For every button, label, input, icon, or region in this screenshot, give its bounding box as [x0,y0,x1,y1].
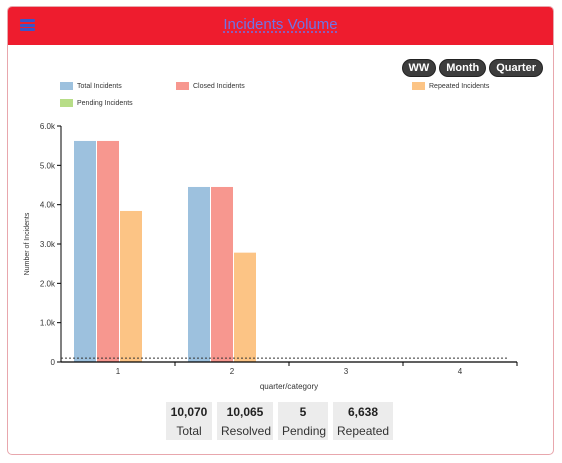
y-tick-label: 6.0k [40,122,56,131]
stat-pending-label: Pending [282,424,327,438]
stat-total-value: 10,070 [170,405,208,419]
y-tick-label: 5.0k [40,161,56,170]
stat-pending-value: 5 [299,405,307,419]
stat-resolved-value: 10,065 [226,405,264,419]
bar-repeated-incidents-2 [234,252,256,362]
x-tick-label: 2 [230,367,235,376]
y-tick-label: 0 [51,358,56,367]
incidents-volume-card: Incidents Volume WW Month Quarter Total … [7,6,554,455]
stat-repeated-value: 6,638 [347,405,379,419]
stat-repeated-label: Repeated [337,424,390,438]
x-tick-label: 4 [458,367,463,376]
x-tick-label: 1 [116,367,121,376]
bar-closed-incidents-1 [97,140,119,362]
stats-row: 10,070 Total 10,065 Resolved 5 Pending 6… [166,402,393,440]
y-tick-label: 1.0k [40,319,56,328]
stat-resolved-label: Resolved [221,424,272,438]
stat-resolved: 10,065 Resolved [217,402,273,440]
y-tick-label: 2.0k [40,279,56,288]
bar-closed-incidents-2 [211,186,233,362]
x-axis-label: quarter/category [260,382,318,391]
bar-total-incidents-2 [188,186,210,362]
y-tick-label: 3.0k [40,240,56,249]
y-axis-label: Number of Incidents [24,212,31,275]
incidents-bar-chart: 0 1.0k 2.0k 3.0k 4.0k 5.0k 6.0k 1 2 3 4 quarter/cat… [24,122,518,391]
bar-repeated-incidents-1 [120,210,142,362]
y-tick-label: 4.0k [40,201,56,210]
stat-total-label: Total [176,424,202,438]
stat-pending: 5 Pending [278,402,328,440]
bar-total-incidents-1 [74,140,96,362]
x-tick-label: 3 [344,367,349,376]
stat-total: 10,070 Total [166,402,212,440]
stat-repeated: 6,638 Repeated [333,402,393,440]
